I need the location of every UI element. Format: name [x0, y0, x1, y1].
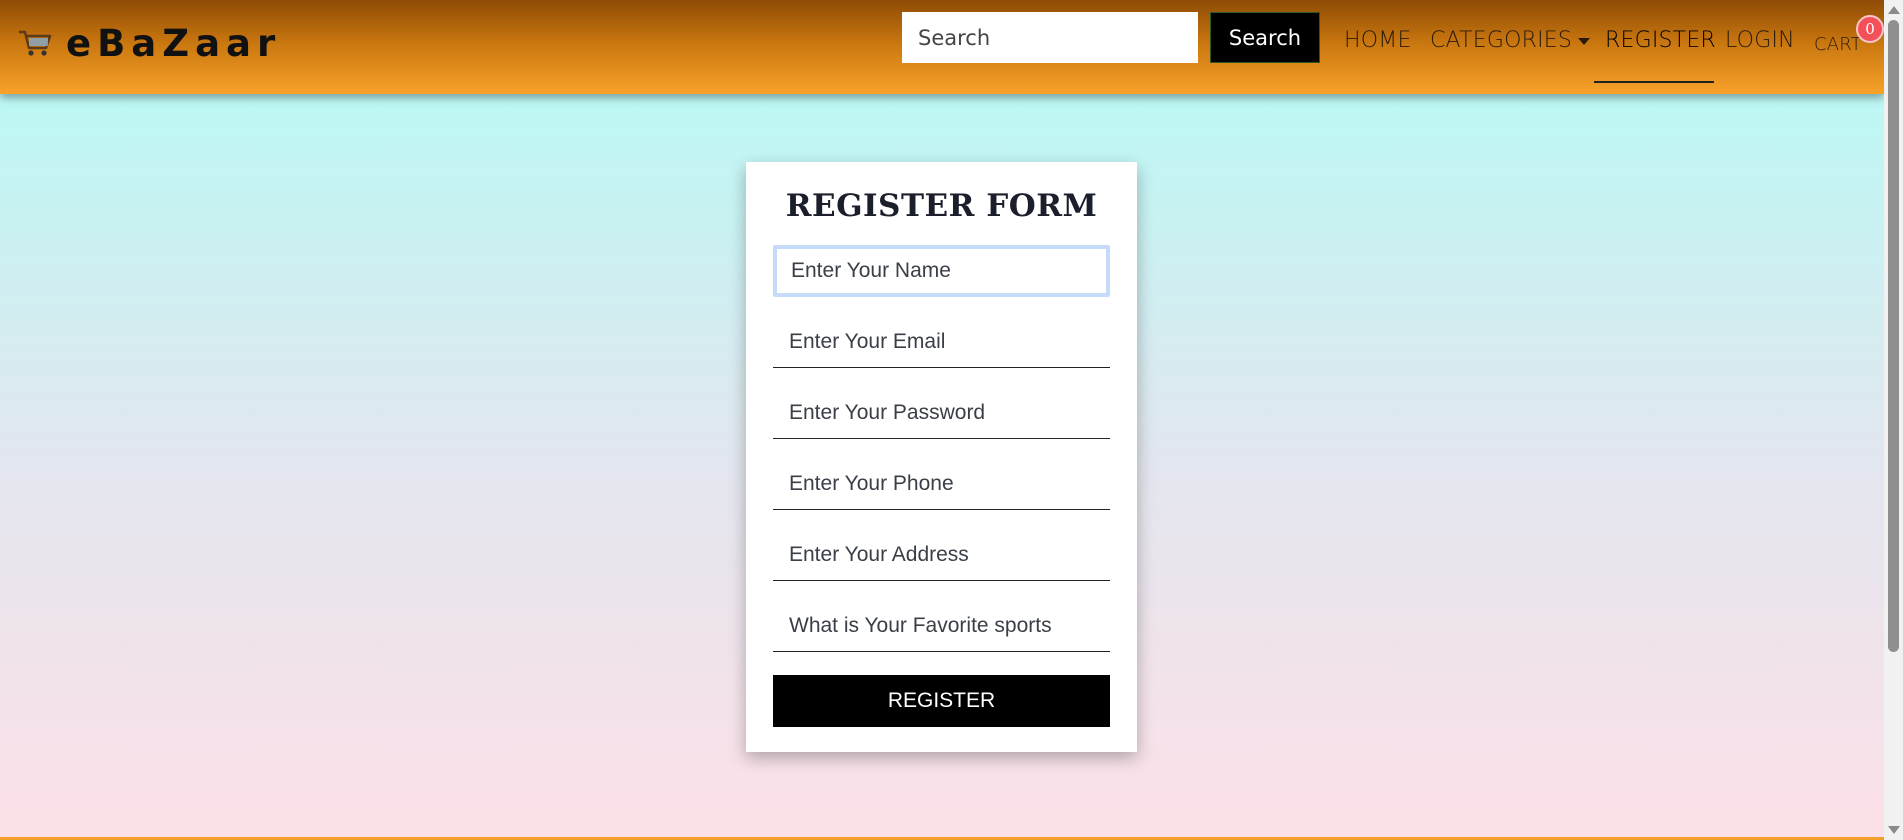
search-input[interactable]: [902, 12, 1198, 63]
scroll-up-arrow-icon[interactable]: [1888, 6, 1900, 14]
caret-down-icon: [1578, 37, 1591, 45]
search-button[interactable]: Search: [1210, 12, 1320, 63]
scroll-down-arrow-icon[interactable]: [1888, 826, 1900, 834]
nav-categories-label: CATEGORIES: [1430, 28, 1573, 53]
nav-register-link[interactable]: REGISTER: [1605, 28, 1716, 53]
active-nav-indicator: [1594, 81, 1714, 83]
nav-login-link[interactable]: LOGIN: [1725, 28, 1795, 53]
brand[interactable]: eBaZaar: [18, 20, 281, 66]
scrollbar-thumb[interactable]: [1888, 20, 1899, 652]
phone-field[interactable]: [773, 458, 1110, 510]
navbar: eBaZaar Search HOME CATEGORIES REGISTER …: [0, 0, 1884, 94]
nav-cart-link[interactable]: CART: [1814, 34, 1862, 55]
cart-count-badge: 0: [1856, 15, 1884, 43]
email-field[interactable]: [773, 316, 1110, 368]
register-submit-button[interactable]: REGISTER: [773, 675, 1110, 727]
form-title: REGISTER FORM: [785, 188, 1098, 224]
name-field[interactable]: [773, 245, 1110, 297]
register-form: REGISTER FORM REGISTER: [746, 162, 1137, 752]
favorite-sports-field[interactable]: [773, 600, 1110, 652]
nav-categories-dropdown[interactable]: CATEGORIES: [1430, 28, 1591, 53]
brand-name[interactable]: eBaZaar: [66, 22, 281, 65]
page-scrollbar[interactable]: [1884, 0, 1903, 840]
address-field[interactable]: [773, 529, 1110, 581]
shopping-cart-icon: [19, 30, 52, 56]
nav-home-link[interactable]: HOME: [1344, 28, 1412, 53]
password-field[interactable]: [773, 387, 1110, 439]
